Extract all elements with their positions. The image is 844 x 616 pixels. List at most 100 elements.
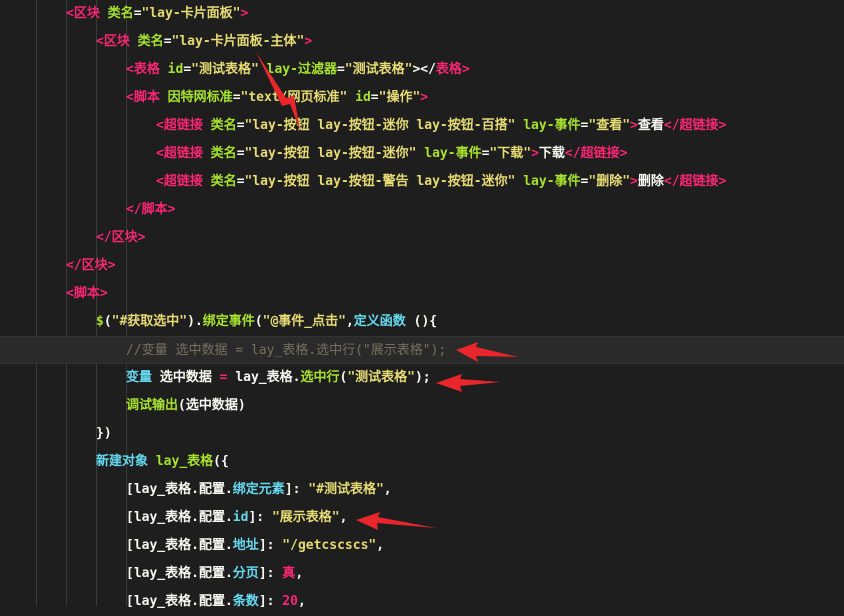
code-token: ]:	[248, 510, 272, 525]
code-token: lay-事件	[424, 146, 482, 161]
code-token: >	[99, 286, 108, 301]
code-token: (	[254, 314, 263, 329]
code-token: 区块	[73, 6, 100, 21]
code-token: ></	[412, 62, 436, 77]
code-token: 脚本	[133, 90, 160, 105]
code-token: 20	[282, 594, 298, 609]
code-token: 区块	[81, 258, 108, 273]
code-token: ,	[383, 482, 392, 497]
code-token: >	[531, 146, 539, 161]
code-token: "text/网页标准"	[240, 90, 348, 105]
code-line[interactable]: [lay_表格.配置.分页]: 真,	[0, 560, 844, 588]
code-token: "测试表格"	[347, 370, 415, 385]
code-token: lay-事件	[523, 118, 581, 133]
code-token: <	[66, 286, 74, 301]
code-line[interactable]: 新建对象 lay_表格({	[0, 448, 844, 476]
code-token: <	[126, 90, 134, 105]
code-line[interactable]: <区块 类名="lay-卡片面板">	[0, 0, 844, 28]
code-token: ]:	[258, 538, 283, 553]
code-token: >	[240, 6, 249, 21]
code-token: </	[663, 118, 680, 133]
code-token: (选中数据)	[178, 398, 246, 413]
code-token: 条数	[232, 594, 259, 609]
code-line[interactable]: [lay_表格.配置.条数]: 20,	[0, 588, 844, 616]
code-line[interactable]: <表格 id="测试表格" lay-过滤器="测试表格"></表格>	[0, 56, 844, 84]
code-token: </	[96, 230, 112, 245]
code-line[interactable]: <超链接 类名="lay-按钮 lay-按钮-迷你 lay-按钮-百搭" lay…	[0, 112, 844, 140]
code-token: ,	[295, 566, 304, 581]
code-token: 超链接	[679, 174, 719, 189]
code-token: =	[370, 90, 379, 105]
code-token: "lay-按钮 lay-按钮-迷你"	[244, 146, 417, 161]
code-token: ({	[213, 454, 229, 469]
code-token: 绑定元素	[232, 482, 285, 497]
code-token: "@事件_点击"	[262, 314, 346, 329]
code-token: "#获取选中"	[111, 314, 188, 329]
code-token: 脚本	[73, 286, 100, 301]
code-token: <	[96, 34, 104, 49]
code-token: =	[219, 370, 228, 385]
code-token: ]:	[258, 566, 283, 581]
code-token: 新建对象	[96, 454, 149, 469]
code-token: =	[183, 62, 192, 77]
code-line[interactable]: <脚本>	[0, 280, 844, 308]
code-token: </	[66, 258, 82, 273]
code-token: 绑定事件	[202, 314, 255, 329]
code-token: lay_表格.配置.	[133, 594, 233, 609]
code-line[interactable]: </区块>	[0, 252, 844, 280]
code-token: 脚本	[141, 202, 168, 217]
code-token: 区块	[103, 34, 130, 49]
code-line[interactable]: <超链接 类名="lay-按钮 lay-按钮-警告 lay-按钮-迷你" lay…	[0, 168, 844, 196]
code-token: (	[103, 314, 112, 329]
code-line[interactable]: })	[0, 420, 844, 448]
code-line[interactable]: 变量 选中数据 = lay_表格.选中行("测试表格");	[0, 364, 844, 392]
code-token: "测试表格"	[344, 62, 413, 77]
code-line[interactable]: <区块 类名="lay-卡片面板-主体">	[0, 28, 844, 56]
code-token: [	[126, 566, 134, 581]
code-line[interactable]: </区块>	[0, 224, 844, 252]
code-token: "测试表格"	[191, 62, 259, 77]
code-token: 类名	[107, 6, 134, 21]
code-token: =	[133, 6, 142, 21]
code-token: "lay-卡片面板"	[141, 6, 241, 21]
code-token: 区块	[111, 230, 138, 245]
code-line[interactable]: $("#获取选中").绑定事件("@事件_点击",定义函数 (){	[0, 308, 844, 336]
code-token: 选中数据	[152, 370, 220, 385]
code-token: "#测试表格"	[308, 482, 384, 497]
code-token: <	[156, 174, 164, 189]
code-token: "lay-按钮 lay-按钮-警告 lay-按钮-迷你"	[244, 174, 516, 189]
code-token: 分页	[232, 566, 259, 581]
code-token: (){	[413, 314, 438, 329]
code-token: lay_表格.配置.	[133, 538, 233, 553]
code-token: "下载"	[489, 146, 532, 161]
code-token: id	[167, 62, 184, 77]
code-line[interactable]: <脚本 因特网标准="text/网页标准" id="操作">	[0, 84, 844, 112]
code-line[interactable]: [lay_表格.配置.绑定元素]: "#测试表格",	[0, 476, 844, 504]
code-token: 超链接	[163, 146, 203, 161]
code-token: =	[163, 34, 172, 49]
code-line[interactable]: [lay_表格.配置.地址]: "/getcscscs",	[0, 532, 844, 560]
code-token: >	[167, 202, 176, 217]
code-editor[interactable]: <区块 类名="lay-卡片面板"> <区块 类名="lay-卡片面板-主体"> <…	[0, 0, 844, 609]
code-line[interactable]: </脚本>	[0, 196, 844, 224]
code-token: <	[66, 6, 74, 21]
code-token: "查看"	[588, 118, 631, 133]
code-line[interactable]: //变量 选中数据 = lay_表格.选中行("展示表格");	[0, 336, 844, 364]
code-token: 类名	[210, 146, 237, 161]
code-line[interactable]: <超链接 类名="lay-按钮 lay-按钮-迷你" lay-事件="下载">下…	[0, 140, 844, 168]
code-token: >	[630, 174, 638, 189]
code-line[interactable]: 调试输出(选中数据)	[0, 392, 844, 420]
code-token: >	[630, 118, 638, 133]
code-token: 超链接	[580, 146, 620, 161]
code-token: =	[236, 174, 245, 189]
code-line[interactable]: [lay_表格.配置.id]: "展示表格",	[0, 504, 844, 532]
code-token: 超链接	[163, 174, 203, 189]
code-token: })	[96, 426, 112, 441]
code-token: ).	[187, 314, 203, 329]
